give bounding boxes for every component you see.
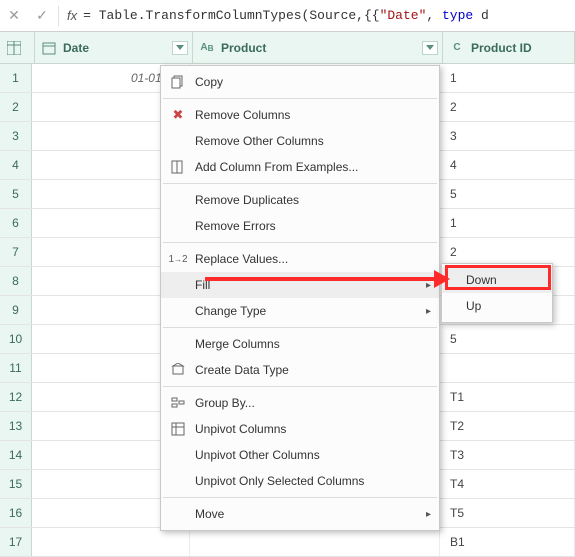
filter-icon[interactable]: [172, 41, 188, 55]
date-column-label: Date: [63, 41, 89, 55]
menu-group-by[interactable]: Group By...: [161, 390, 439, 416]
group-icon: [167, 392, 189, 414]
text-type-icon: C: [449, 40, 465, 56]
add-column-icon: [167, 156, 189, 178]
menu-copy[interactable]: Copy: [161, 69, 439, 95]
unpivot-icon: [167, 418, 189, 440]
menu-merge-columns[interactable]: Merge Columns: [161, 331, 439, 357]
replace-icon: 1→2: [167, 248, 189, 270]
text-type-icon: AB: [199, 40, 215, 56]
product-id-column-header[interactable]: C Product ID: [443, 32, 575, 63]
accept-icon[interactable]: ✓: [28, 0, 56, 32]
menu-replace-values[interactable]: 1→2 Replace Values...: [161, 246, 439, 272]
copy-icon: [167, 71, 189, 93]
product-column-label: Product: [221, 41, 266, 55]
menu-unpivot-selected-columns[interactable]: Unpivot Only Selected Columns: [161, 468, 439, 494]
menu-unpivot-other-columns[interactable]: Unpivot Other Columns: [161, 442, 439, 468]
fill-submenu: Down Up: [441, 263, 553, 323]
date-column-header[interactable]: Date: [35, 32, 193, 63]
menu-add-column-from-examples[interactable]: Add Column From Examples...: [161, 154, 439, 180]
menu-change-type[interactable]: Change Type: [161, 298, 439, 324]
filter-icon[interactable]: [422, 41, 438, 55]
cancel-icon[interactable]: ✕: [0, 0, 28, 32]
table-row[interactable]: 17B1: [0, 528, 575, 557]
table-icon: [6, 40, 22, 56]
menu-remove-errors[interactable]: Remove Errors: [161, 213, 439, 239]
formula-input[interactable]: = Table.TransformColumnTypes(Source,{{"D…: [83, 8, 575, 23]
index-header[interactable]: [0, 32, 35, 63]
menu-remove-columns[interactable]: ✖ Remove Columns: [161, 102, 439, 128]
data-type-icon: [167, 359, 189, 381]
formula-bar: ✕ ✓ fx = Table.TransformColumnTypes(Sour…: [0, 0, 575, 32]
menu-remove-other-columns[interactable]: Remove Other Columns: [161, 128, 439, 154]
column-header-row: Date AB Product C Product ID: [0, 32, 575, 64]
menu-fill-down[interactable]: Down: [442, 267, 552, 293]
menu-create-data-type[interactable]: Create Data Type: [161, 357, 439, 383]
menu-fill[interactable]: Fill: [161, 272, 439, 298]
calendar-icon: [41, 40, 57, 56]
menu-fill-up[interactable]: Up: [442, 293, 552, 319]
product-column-header[interactable]: AB Product: [193, 32, 443, 63]
fx-icon[interactable]: fx: [67, 8, 77, 23]
remove-column-icon: ✖: [167, 104, 189, 126]
menu-unpivot-columns[interactable]: Unpivot Columns: [161, 416, 439, 442]
annotation-arrow: [205, 277, 447, 281]
context-menu: Copy ✖ Remove Columns Remove Other Colum…: [160, 65, 440, 531]
menu-move[interactable]: Move: [161, 501, 439, 527]
menu-remove-duplicates[interactable]: Remove Duplicates: [161, 187, 439, 213]
product-id-column-label: Product ID: [471, 41, 532, 55]
